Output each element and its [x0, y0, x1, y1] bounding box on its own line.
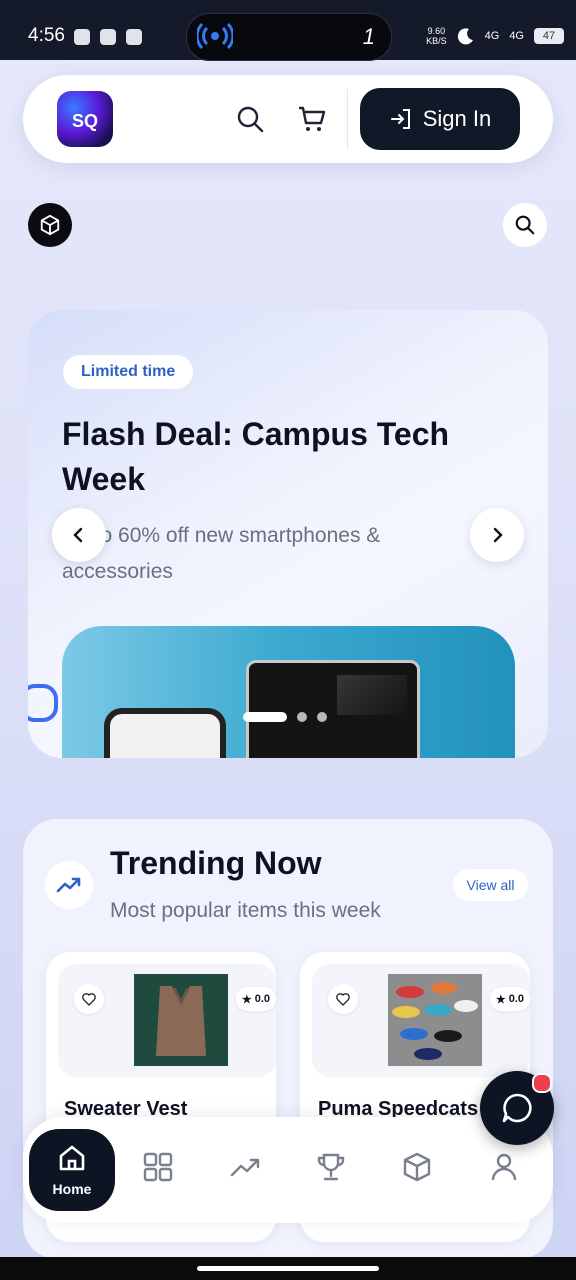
hero-title: Flash Deal: Campus Tech Week	[62, 416, 450, 497]
moon-icon	[457, 28, 473, 45]
puma-sneakers-image	[388, 974, 482, 1066]
trophy-icon[interactable]	[315, 1151, 347, 1183]
bottom-navigation: Home	[23, 1117, 553, 1223]
hero-image[interactable]	[62, 626, 515, 758]
carousel-dot[interactable]	[243, 712, 287, 722]
home-icon	[59, 1145, 85, 1171]
carousel-dots	[243, 712, 327, 722]
carousel-dot[interactable]	[297, 712, 307, 722]
sign-in-label: Sign In	[422, 106, 492, 131]
signal-label: 4G	[484, 30, 500, 42]
app-logo[interactable]: SQ	[57, 91, 113, 147]
status-time: 4:56	[28, 25, 65, 46]
star-icon: ★	[495, 993, 506, 1006]
cart-icon[interactable]	[297, 104, 327, 134]
rating-badge: ★ 0.0	[235, 987, 276, 1011]
rating-badge: ★ 0.0	[489, 987, 530, 1011]
hero-subtitle: Up to 60% off new smartphones & accessor…	[62, 524, 381, 583]
package-icon[interactable]	[401, 1151, 433, 1183]
profile-icon[interactable]	[488, 1151, 520, 1183]
notification-icon	[100, 29, 116, 45]
trending-badge	[45, 861, 93, 909]
notification-icon	[74, 29, 90, 45]
broadcast-icon	[197, 22, 233, 50]
wishlist-button[interactable]	[328, 984, 358, 1014]
heart-icon	[82, 993, 96, 1006]
nav-home-label: Home	[52, 1181, 92, 1197]
status-indicators: 9.60 KB/S 4G 4G 47	[426, 26, 564, 46]
chat-bubble-icon	[502, 1093, 532, 1123]
sign-in-button[interactable]: Sign In	[360, 88, 520, 150]
package-icon	[40, 214, 60, 236]
chat-button[interactable]	[480, 1071, 554, 1145]
product-image-wrap: ★ 0.0	[58, 964, 276, 1077]
heart-icon	[336, 993, 350, 1006]
island-counter: 1	[362, 24, 375, 49]
dynamic-island: 1	[186, 13, 392, 61]
notification-icon	[126, 29, 142, 45]
status-bar: 4:56 1 9.60 KB/S 4G 4G 47	[0, 0, 576, 61]
trending-up-icon	[56, 877, 81, 893]
trending-up-icon[interactable]	[229, 1151, 261, 1183]
carousel-next-button[interactable]	[470, 508, 524, 562]
carousel-dot[interactable]	[317, 712, 327, 722]
product-image-wrap: ★ 0.0	[312, 964, 530, 1077]
home-indicator[interactable]	[197, 1266, 379, 1271]
sweater-vest-image	[134, 974, 228, 1066]
nav-home[interactable]: Home	[29, 1129, 115, 1211]
net-speed: 9.60 KB/S	[426, 26, 447, 46]
signal-label: 4G	[509, 30, 524, 42]
wishlist-button[interactable]	[74, 984, 104, 1014]
section-title: Trending Now	[110, 845, 322, 881]
vr-headset-image	[104, 708, 226, 758]
section-subtitle: Most popular items this week	[110, 899, 381, 922]
login-icon	[390, 109, 410, 129]
chevron-left-icon	[73, 527, 83, 543]
limited-time-badge: Limited time	[63, 355, 194, 389]
chevron-right-icon	[493, 527, 503, 543]
notification-dot	[532, 1073, 552, 1093]
decorative-ring	[28, 684, 58, 722]
system-gesture-bar	[0, 1257, 576, 1280]
star-icon: ★	[241, 993, 252, 1006]
search-icon[interactable]	[235, 104, 265, 134]
header-divider	[347, 89, 348, 149]
view-all-button[interactable]: View all	[453, 869, 528, 901]
categories-icon[interactable]	[142, 1151, 174, 1183]
laptop-image	[246, 660, 420, 758]
search-icon	[515, 215, 535, 235]
carousel-prev-button[interactable]	[52, 508, 106, 562]
battery-icon: 47	[534, 28, 564, 44]
box-button[interactable]	[28, 203, 72, 247]
top-header: SQ Sign In	[23, 75, 553, 163]
floating-search-button[interactable]	[503, 203, 547, 247]
